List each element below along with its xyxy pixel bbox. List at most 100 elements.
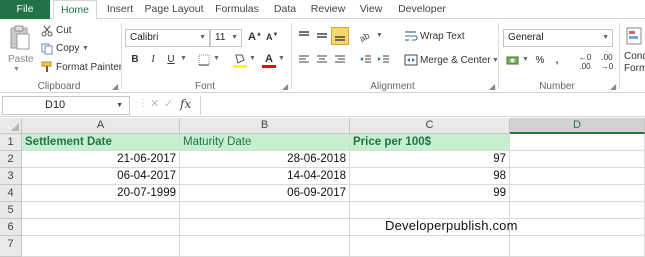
decrease-indent-icon[interactable] bbox=[359, 53, 373, 67]
bold-button[interactable]: B bbox=[127, 52, 143, 68]
name-box[interactable]: D10 ▼ bbox=[2, 96, 130, 115]
conditional-formatting-label-1[interactable]: Cond bbox=[624, 51, 645, 62]
chevron-down-icon[interactable]: ▼ bbox=[199, 30, 206, 46]
tab-developer[interactable]: Developer bbox=[392, 0, 452, 19]
merge-center-button[interactable]: Merge & Center bbox=[420, 55, 491, 66]
tab-page-layout[interactable]: Page Layout bbox=[142, 0, 206, 19]
increase-decimal-button[interactable]: ←0.00 bbox=[576, 53, 594, 71]
chevron-down-icon[interactable]: ▼ bbox=[82, 45, 89, 52]
cell-d5[interactable] bbox=[510, 202, 645, 219]
tab-file[interactable]: File bbox=[0, 0, 50, 19]
tab-data[interactable]: Data bbox=[268, 0, 302, 19]
align-right-icon[interactable] bbox=[333, 53, 347, 67]
cell-d4[interactable] bbox=[510, 185, 645, 202]
row-header[interactable]: 4 bbox=[0, 185, 22, 202]
chevron-down-icon[interactable]: ▼ bbox=[116, 97, 123, 114]
cell-a6[interactable] bbox=[22, 219, 180, 236]
more-options-icon[interactable]: ⋮ bbox=[138, 98, 148, 109]
dialog-launcher-icon[interactable]: ◢ bbox=[282, 82, 288, 91]
grow-font-button[interactable]: A▲ bbox=[248, 31, 262, 43]
align-bottom-icon[interactable] bbox=[331, 27, 349, 45]
dialog-launcher-icon[interactable]: ◢ bbox=[610, 82, 616, 91]
cell-a3[interactable]: 06-04-2017 bbox=[22, 168, 180, 185]
fill-color-icon[interactable] bbox=[232, 51, 248, 69]
tab-review[interactable]: Review bbox=[306, 0, 350, 19]
chevron-down-icon[interactable]: ▼ bbox=[213, 55, 220, 62]
paste-label[interactable]: Paste bbox=[8, 54, 34, 65]
column-header-c[interactable]: C bbox=[350, 118, 510, 134]
font-color-icon[interactable]: A bbox=[262, 51, 276, 69]
tab-formulas[interactable]: Formulas bbox=[210, 0, 264, 19]
cell-c1[interactable]: Price per 100$ bbox=[350, 134, 510, 151]
format-painter-button[interactable]: Format Painter bbox=[56, 62, 122, 73]
cell-c2[interactable]: 97 bbox=[350, 151, 510, 168]
cell-a1[interactable]: Settlement Date bbox=[22, 134, 180, 151]
cell-a4[interactable]: 20-07-1999 bbox=[22, 185, 180, 202]
align-middle-icon[interactable] bbox=[315, 29, 329, 43]
chevron-down-icon[interactable]: ▼ bbox=[376, 32, 383, 39]
font-name-combo[interactable]: Calibri ▼ bbox=[125, 29, 210, 47]
cell-d2[interactable] bbox=[510, 151, 645, 168]
italic-button[interactable]: I bbox=[145, 52, 161, 68]
dialog-launcher-icon[interactable]: ◢ bbox=[489, 82, 495, 91]
worksheet-grid[interactable]: A B C D 1 2 3 4 5 6 7 Settlement Date Ma… bbox=[0, 118, 645, 257]
formula-input[interactable] bbox=[200, 96, 645, 115]
row-header[interactable]: 1 bbox=[0, 134, 22, 151]
tab-insert[interactable]: Insert bbox=[100, 0, 140, 19]
cell-b1[interactable]: Maturity Date bbox=[180, 134, 350, 151]
cell-d1[interactable] bbox=[510, 134, 645, 151]
cell-d7[interactable] bbox=[510, 236, 645, 257]
accounting-format-icon[interactable] bbox=[505, 53, 521, 67]
cell-a2[interactable]: 21-06-2017 bbox=[22, 151, 180, 168]
format-painter-icon[interactable] bbox=[40, 61, 54, 73]
cell-c5[interactable] bbox=[350, 202, 510, 219]
cell-c7[interactable] bbox=[350, 236, 510, 257]
cell-d6[interactable] bbox=[510, 219, 645, 236]
borders-icon[interactable] bbox=[196, 52, 212, 68]
wrap-text-button[interactable]: Wrap Text bbox=[420, 31, 465, 42]
row-header[interactable]: 3 bbox=[0, 168, 22, 185]
cell-a5[interactable] bbox=[22, 202, 180, 219]
cancel-icon[interactable]: ✕ bbox=[150, 97, 159, 110]
select-all-button[interactable] bbox=[0, 118, 22, 134]
dialog-launcher-icon[interactable]: ◢ bbox=[112, 82, 118, 91]
row-header[interactable]: 6 bbox=[0, 219, 22, 236]
align-center-icon[interactable] bbox=[315, 53, 329, 67]
row-header[interactable]: 5 bbox=[0, 202, 22, 219]
chevron-down-icon[interactable]: ▼ bbox=[231, 30, 238, 46]
underline-button[interactable]: U bbox=[163, 52, 179, 68]
chevron-down-icon[interactable]: ▼ bbox=[602, 30, 609, 46]
chevron-down-icon[interactable]: ▼ bbox=[278, 55, 285, 62]
align-left-icon[interactable] bbox=[297, 53, 311, 67]
column-header-b[interactable]: B bbox=[180, 118, 350, 134]
shrink-font-button[interactable]: A▼ bbox=[266, 32, 278, 42]
cell-b5[interactable] bbox=[180, 202, 350, 219]
cell-b3[interactable]: 14-04-2018 bbox=[180, 168, 350, 185]
cell-c3[interactable]: 98 bbox=[350, 168, 510, 185]
paste-icon[interactable] bbox=[8, 23, 32, 53]
cut-button[interactable]: Cut bbox=[56, 25, 72, 36]
merge-center-icon[interactable] bbox=[404, 53, 418, 67]
orientation-icon[interactable]: ab bbox=[359, 29, 375, 43]
scissors-icon[interactable] bbox=[40, 25, 54, 37]
cell-b6[interactable] bbox=[180, 219, 350, 236]
chevron-down-icon[interactable]: ▼ bbox=[13, 66, 20, 73]
number-format-combo[interactable]: General ▼ bbox=[503, 29, 613, 47]
chevron-down-icon[interactable]: ▼ bbox=[249, 55, 256, 62]
copy-button[interactable]: Copy bbox=[56, 43, 79, 54]
row-header[interactable]: 2 bbox=[0, 151, 22, 168]
cell-c4[interactable]: 99 bbox=[350, 185, 510, 202]
align-top-icon[interactable] bbox=[297, 29, 311, 43]
chevron-down-icon[interactable]: ▼ bbox=[180, 55, 187, 62]
percent-style-button[interactable]: % bbox=[533, 53, 547, 69]
comma-style-button[interactable]: , bbox=[551, 53, 563, 69]
cell-b7[interactable] bbox=[180, 236, 350, 257]
tab-view[interactable]: View bbox=[354, 0, 388, 19]
conditional-formatting-label-2[interactable]: Forma bbox=[624, 63, 645, 74]
cell-b4[interactable]: 06-09-2017 bbox=[180, 185, 350, 202]
copy-icon[interactable] bbox=[40, 43, 54, 55]
font-size-combo[interactable]: 11 ▼ bbox=[210, 29, 242, 47]
enter-icon[interactable]: ✓ bbox=[164, 97, 173, 110]
increase-indent-icon[interactable] bbox=[377, 53, 391, 67]
decrease-decimal-button[interactable]: .00 →0 bbox=[598, 53, 616, 71]
